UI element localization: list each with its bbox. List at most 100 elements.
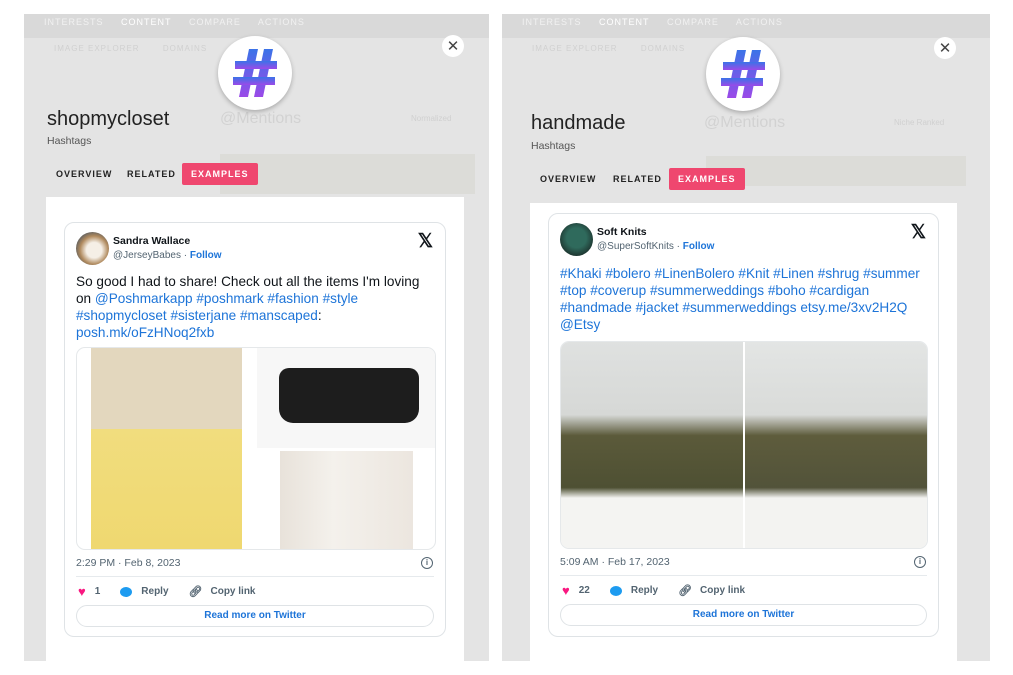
copy-link-button[interactable]: 🔗︎ Copy link [189, 585, 256, 598]
like-count: 22 [578, 585, 590, 596]
tweet-text: #Khaki #bolero #LinenBolero #Knit #Linen… [560, 265, 928, 333]
tweet-link[interactable]: #jacket [636, 300, 679, 315]
tweet-author-name[interactable]: Soft Knits [597, 226, 647, 238]
tweet-link[interactable]: #sisterjane [170, 308, 236, 323]
tweet-embed: Soft Knits @SuperSoftKnits · Follow 𝕏 #K… [548, 213, 939, 637]
bg-image-explorer: IMAGE EXPLORER [54, 44, 140, 53]
like-button[interactable]: ♥ 22 [562, 583, 590, 598]
like-count: 1 [94, 586, 101, 597]
image-yellow-jacket[interactable] [91, 348, 242, 549]
page-title: handmade [531, 112, 626, 134]
image-toiletry-bag[interactable] [257, 348, 435, 448]
follow-link[interactable]: Follow [683, 241, 715, 252]
tweet-link[interactable]: #manscaped [240, 308, 318, 323]
examples-card: Soft Knits @SuperSoftKnits · Follow 𝕏 #K… [530, 203, 957, 661]
bg-nav-compare: COMPARE [189, 17, 241, 27]
tweet-link[interactable]: #Khaki [560, 266, 602, 281]
close-button[interactable]: ✕ [442, 35, 464, 57]
tweet-link[interactable]: #LinenBolero [655, 266, 735, 281]
tweet-link[interactable]: #summerweddings [650, 283, 764, 298]
tweet-timestamp[interactable]: 2:29 PM · Feb 8, 2023 [76, 557, 180, 569]
tweet-author-name[interactable]: Sandra Wallace [113, 235, 190, 247]
bg-nav-interests: INTERESTS [44, 17, 104, 27]
x-logo-icon[interactable]: 𝕏 [911, 221, 926, 244]
bg-sort-select: Niche Ranked [894, 118, 945, 127]
tweet-link[interactable]: #Knit [738, 266, 769, 281]
page-subtitle: Hashtags [531, 140, 576, 152]
info-icon[interactable]: i [421, 557, 433, 569]
reply-label: Reply [141, 586, 169, 597]
page-subtitle: Hashtags [47, 135, 92, 147]
tweet-link[interactable]: #poshmark [196, 291, 263, 306]
tweet-link[interactable]: #shrug [818, 266, 860, 281]
tweet-link[interactable]: #coverup [590, 283, 646, 298]
tweet-link[interactable]: #cardigan [809, 283, 869, 298]
read-more-button[interactable]: Read more on Twitter [76, 605, 434, 627]
tweet-timestamp[interactable]: 5:09 AM · Feb 17, 2023 [560, 556, 670, 568]
bg-sort-select: Normalized [411, 114, 452, 123]
background-subnav: IMAGE EXPLORER DOMAINS [532, 44, 705, 53]
tweet-handle[interactable]: @SuperSoftKnits [597, 241, 674, 252]
avatar[interactable] [76, 232, 109, 265]
tab-examples[interactable]: EXAMPLES [669, 168, 745, 190]
follow-link[interactable]: Follow [190, 250, 222, 261]
divider [560, 575, 927, 576]
image-linen-bolero-side[interactable] [745, 342, 927, 548]
background-nav: INTERESTS CONTENT COMPARE ACTIONS [24, 14, 489, 38]
hashtag-modal-handmade: INTERESTS CONTENT COMPARE ACTIONS IMAGE … [502, 14, 990, 661]
tab-examples[interactable]: EXAMPLES [182, 163, 258, 185]
bg-block [706, 156, 966, 186]
heart-icon: ♥ [78, 584, 86, 599]
bg-nav-compare: COMPARE [667, 17, 719, 27]
bg-nav-interests: INTERESTS [522, 17, 582, 27]
reply-icon [120, 586, 133, 597]
tweet-media[interactable] [560, 341, 928, 549]
avatar[interactable] [560, 223, 593, 256]
copy-link-label: Copy link [210, 586, 256, 597]
hashtag-modal-shopmycloset: INTERESTS CONTENT COMPARE ACTIONS IMAGE … [24, 14, 489, 661]
background-nav: INTERESTS CONTENT COMPARE ACTIONS [502, 14, 990, 38]
reply-button[interactable]: Reply [120, 586, 169, 597]
tweet-media[interactable] [76, 347, 436, 550]
bg-domains: DOMAINS [640, 44, 686, 53]
reply-button[interactable]: Reply [609, 585, 658, 596]
read-more-button[interactable]: Read more on Twitter [560, 604, 927, 626]
close-button[interactable]: ✕ [934, 37, 956, 59]
reply-icon [609, 585, 622, 596]
tab-overview[interactable]: OVERVIEW [540, 174, 596, 184]
tweet-link[interactable]: #fashion [267, 291, 318, 306]
bg-block [220, 154, 475, 194]
bg-mentions-title: @Mentions [220, 110, 302, 127]
image-linen-bolero-front[interactable] [561, 342, 743, 548]
tweet-link[interactable]: #summer [863, 266, 920, 281]
copy-link-button[interactable]: 🔗︎ Copy link [678, 584, 745, 597]
tweet-link[interactable]: #top [560, 283, 586, 298]
image-floral-dress[interactable] [280, 451, 413, 549]
tweet-link[interactable]: #handmade [560, 300, 632, 315]
link-icon: 🔗︎ [188, 586, 203, 598]
tweet-link[interactable]: #bolero [605, 266, 650, 281]
bg-mentions-title: @Mentions [704, 114, 786, 131]
tweet-link[interactable]: #style [323, 291, 359, 306]
tweet-link[interactable]: #summerweddings [682, 300, 796, 315]
tweet-link[interactable]: posh.mk/oFzHNoq2fxb [76, 325, 214, 340]
tweet-handle[interactable]: @JerseyBabes [113, 250, 181, 261]
page-title: shopmycloset [47, 108, 170, 130]
tweet-link[interactable]: @Etsy [560, 317, 600, 332]
tweet-link[interactable]: #boho [768, 283, 806, 298]
tab-related[interactable]: RELATED [613, 174, 662, 184]
tweet-handle-line: @JerseyBabes · Follow [113, 250, 222, 261]
tab-overview[interactable]: OVERVIEW [56, 169, 112, 179]
tab-related[interactable]: RELATED [127, 169, 176, 179]
tweet-link[interactable]: #shopmycloset [76, 308, 167, 323]
tweet-link[interactable]: #Linen [773, 266, 814, 281]
link-icon: 🔗︎ [678, 585, 693, 597]
bg-nav-content: CONTENT [599, 17, 650, 27]
x-logo-icon[interactable]: 𝕏 [418, 230, 433, 253]
tweet-link[interactable]: @Poshmarkapp [95, 291, 193, 306]
info-icon[interactable]: i [914, 556, 926, 568]
like-button[interactable]: ♥ 1 [78, 584, 100, 599]
tweet-text: So good I had to share! Check out all th… [76, 273, 435, 341]
tweet-handle-line: @SuperSoftKnits · Follow [597, 241, 715, 252]
tweet-link[interactable]: etsy.me/3xv2H2Q [800, 300, 907, 315]
